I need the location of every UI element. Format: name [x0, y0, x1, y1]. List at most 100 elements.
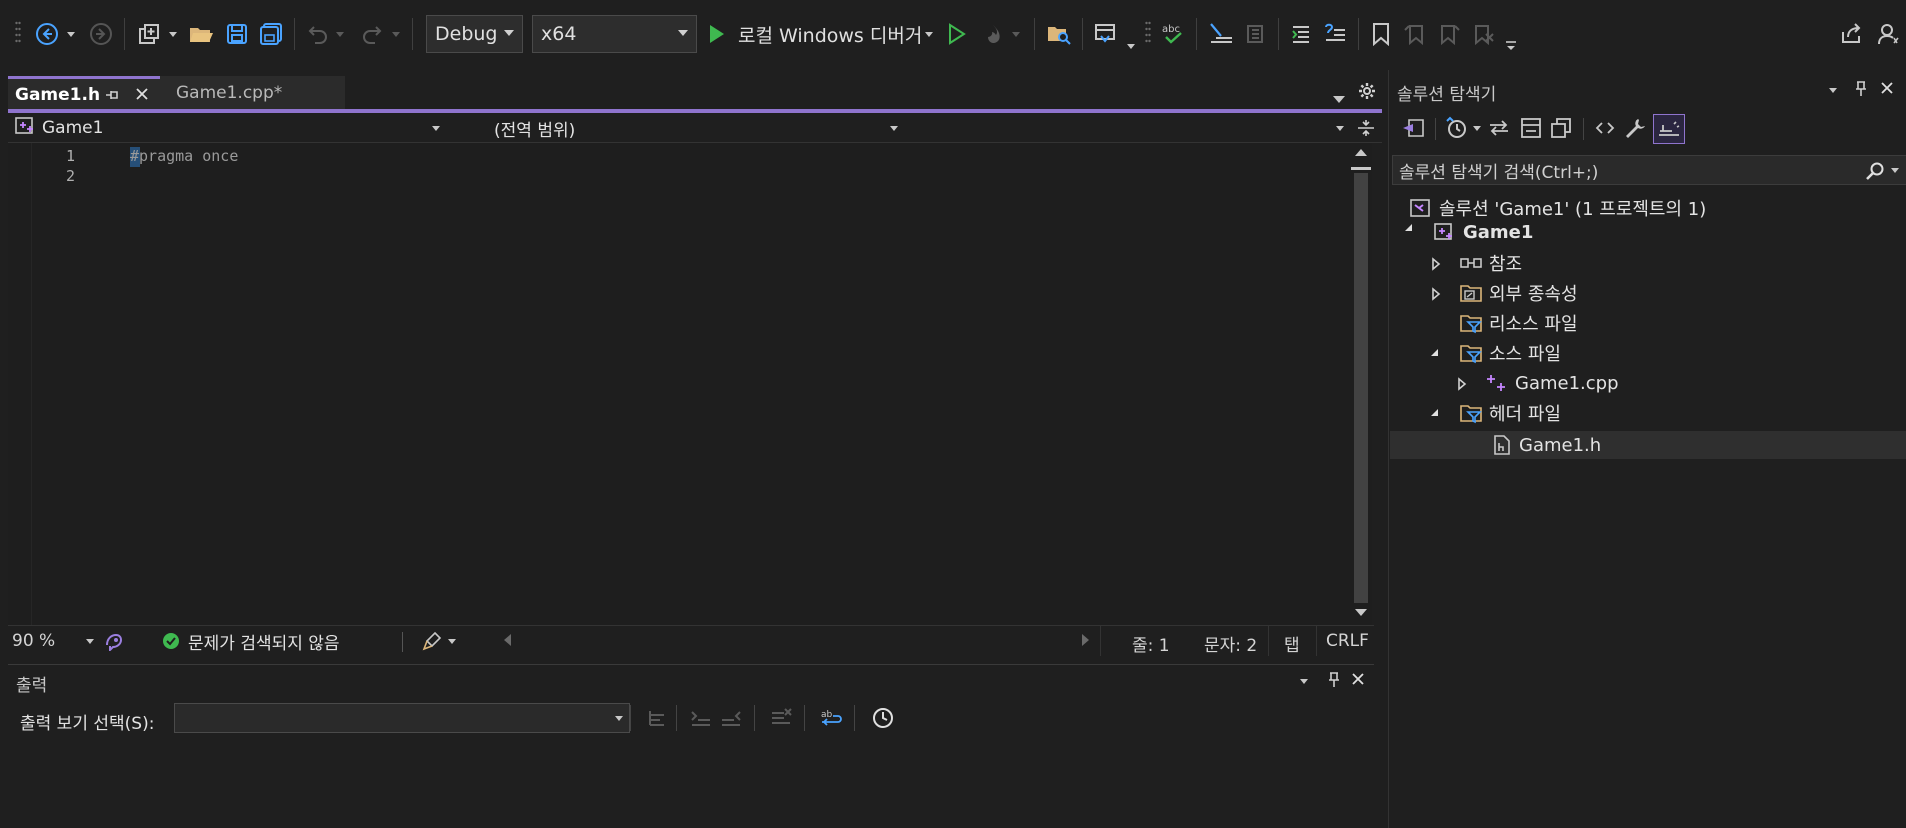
expander-expanded-icon[interactable] — [1405, 224, 1412, 231]
comment-lines-icon[interactable] — [1286, 18, 1316, 50]
line-indicator[interactable]: 줄: 1 — [1132, 631, 1170, 656]
view-code-icon[interactable] — [1593, 116, 1617, 145]
scope-nav-dropdown[interactable]: (전역 범위) — [456, 113, 906, 143]
live-share-icon[interactable] — [1836, 18, 1866, 50]
code-cleanup-icon[interactable] — [422, 631, 442, 656]
solution-config-select[interactable]: Debug — [426, 15, 523, 53]
window-layout-icon[interactable] — [1090, 18, 1120, 50]
sync-with-active-document-icon[interactable] — [1487, 116, 1511, 145]
new-project-icon[interactable] — [134, 18, 164, 50]
scroll-left-icon[interactable] — [504, 634, 511, 646]
switch-views-icon[interactable] — [1401, 116, 1427, 145]
tree-source-cpp[interactable]: Game1.cpp — [1485, 369, 1619, 397]
toggle-bookmark-icon[interactable] — [1366, 18, 1396, 50]
output-window-dropdown[interactable] — [1300, 679, 1308, 684]
tab-game1-cpp[interactable]: Game1.cpp* — [160, 76, 345, 110]
scroll-down-icon[interactable] — [1355, 609, 1367, 616]
solution-platform-select[interactable]: x64 — [532, 15, 697, 53]
search-icon[interactable] — [1865, 161, 1885, 186]
undo-dropdown[interactable] — [334, 18, 346, 50]
code-editor[interactable]: 1 2 #pragma once — [8, 143, 1350, 625]
vertical-scrollbar[interactable] — [1350, 143, 1372, 625]
save-all-icon[interactable] — [256, 18, 286, 50]
new-project-dropdown[interactable] — [166, 18, 180, 50]
gear-icon[interactable] — [1358, 82, 1376, 105]
pin-tab-icon[interactable] — [104, 87, 120, 107]
toolbar-grip-2[interactable] — [1144, 18, 1152, 50]
save-icon[interactable] — [222, 18, 252, 50]
scroll-thumb[interactable] — [1354, 173, 1368, 603]
hot-reload-icon[interactable] — [978, 18, 1008, 50]
open-folder-icon[interactable] — [186, 18, 216, 50]
pin-panel-icon[interactable] — [1326, 671, 1342, 694]
next-message-icon[interactable] — [720, 707, 742, 734]
expander-collapsed-icon[interactable] — [1431, 256, 1441, 276]
expander-expanded-icon[interactable] — [1431, 349, 1438, 356]
properties-wrench-icon[interactable] — [1623, 116, 1647, 145]
word-wrap-icon[interactable]: ab — [820, 707, 844, 734]
start-debugging-button[interactable]: 로컬 Windows 디버거 — [706, 18, 936, 50]
tree-resource-files[interactable]: 리소스 파일 — [1459, 309, 1578, 337]
tree-references[interactable]: 참조 — [1459, 249, 1522, 277]
account-icon[interactable] — [1874, 18, 1904, 50]
navigate-forward-icon[interactable] — [86, 18, 116, 50]
indent-indicator[interactable]: 탭 — [1284, 631, 1300, 656]
previous-message-icon[interactable] — [690, 707, 712, 734]
tree-project[interactable]: Game1 — [1433, 218, 1533, 246]
find-in-files-icon[interactable] — [1044, 18, 1074, 50]
tree-header-files[interactable]: 헤더 파일 — [1459, 399, 1561, 427]
expander-collapsed-icon[interactable] — [1431, 286, 1441, 306]
issues-indicator[interactable]: 문제가 검색되지 않음 — [162, 626, 340, 656]
intellicode-icon[interactable] — [104, 631, 124, 656]
code-cleanup-dropdown[interactable] — [448, 639, 456, 644]
member-nav-dropdown[interactable] — [912, 113, 1352, 143]
output-source-select[interactable] — [174, 703, 630, 733]
char-indicator[interactable]: 문자: 2 — [1204, 631, 1257, 656]
spell-check-icon[interactable]: abc — [1158, 18, 1188, 50]
show-all-files-icon[interactable] — [1549, 116, 1573, 145]
code-line[interactable]: #pragma once — [130, 147, 238, 165]
tree-external-dependencies[interactable]: 외부 종속성 — [1459, 279, 1578, 307]
expander-collapsed-icon[interactable] — [1457, 376, 1467, 396]
navigate-back-icon[interactable] — [32, 18, 62, 50]
expander-expanded-icon[interactable] — [1431, 409, 1438, 416]
uncomment-lines-icon[interactable] — [1320, 18, 1350, 50]
navigate-back-dropdown[interactable] — [64, 18, 78, 50]
start-without-debugging-icon[interactable] — [942, 18, 970, 50]
search-options-dropdown[interactable] — [1891, 168, 1899, 173]
redo-icon[interactable] — [358, 18, 386, 50]
close-panel-icon[interactable] — [1350, 671, 1366, 692]
explorer-search-input[interactable]: 솔루션 탐색기 검색(Ctrl+;) — [1392, 155, 1906, 185]
scroll-right-icon[interactable] — [1082, 634, 1089, 646]
explorer-window-dropdown[interactable] — [1829, 88, 1837, 93]
previous-bookmark-icon[interactable] — [1400, 18, 1430, 50]
clear-all-icon[interactable] — [770, 707, 792, 734]
pending-changes-dropdown[interactable] — [1473, 126, 1481, 131]
line-ending-indicator[interactable]: CRLF — [1326, 631, 1369, 651]
pin-explorer-icon[interactable] — [1853, 80, 1869, 103]
find-message-icon[interactable] — [646, 707, 668, 734]
preview-selected-items-button[interactable] — [1653, 114, 1685, 144]
toolbar-overflow-icon[interactable] — [1504, 30, 1518, 62]
hot-reload-dropdown[interactable] — [1010, 18, 1022, 50]
pending-changes-filter-icon[interactable] — [1445, 116, 1469, 145]
close-tab-icon[interactable] — [134, 86, 150, 107]
zoom-dropdown[interactable]: 90 % — [8, 626, 96, 656]
format-selection-icon[interactable] — [1240, 18, 1270, 50]
redo-dropdown[interactable] — [390, 18, 402, 50]
window-layout-dropdown[interactable] — [1124, 30, 1138, 62]
close-explorer-icon[interactable] — [1879, 80, 1895, 101]
debug-target-dropdown[interactable] — [922, 18, 936, 50]
tab-list-dropdown[interactable] — [1333, 88, 1345, 108]
tab-game1-h[interactable]: Game1.h — [8, 76, 160, 110]
split-editor-icon[interactable] — [1357, 119, 1375, 142]
format-document-icon[interactable] — [1206, 18, 1236, 50]
project-nav-dropdown[interactable]: Game1 — [8, 113, 448, 143]
clear-bookmarks-icon[interactable] — [1468, 18, 1498, 50]
next-bookmark-icon[interactable] — [1434, 18, 1464, 50]
scroll-up-icon[interactable] — [1355, 149, 1367, 156]
clock-icon[interactable] — [872, 707, 894, 734]
horizontal-scrollbar[interactable] — [516, 632, 1076, 650]
undo-icon[interactable] — [304, 18, 332, 50]
tree-source-files[interactable]: 소스 파일 — [1459, 339, 1561, 367]
